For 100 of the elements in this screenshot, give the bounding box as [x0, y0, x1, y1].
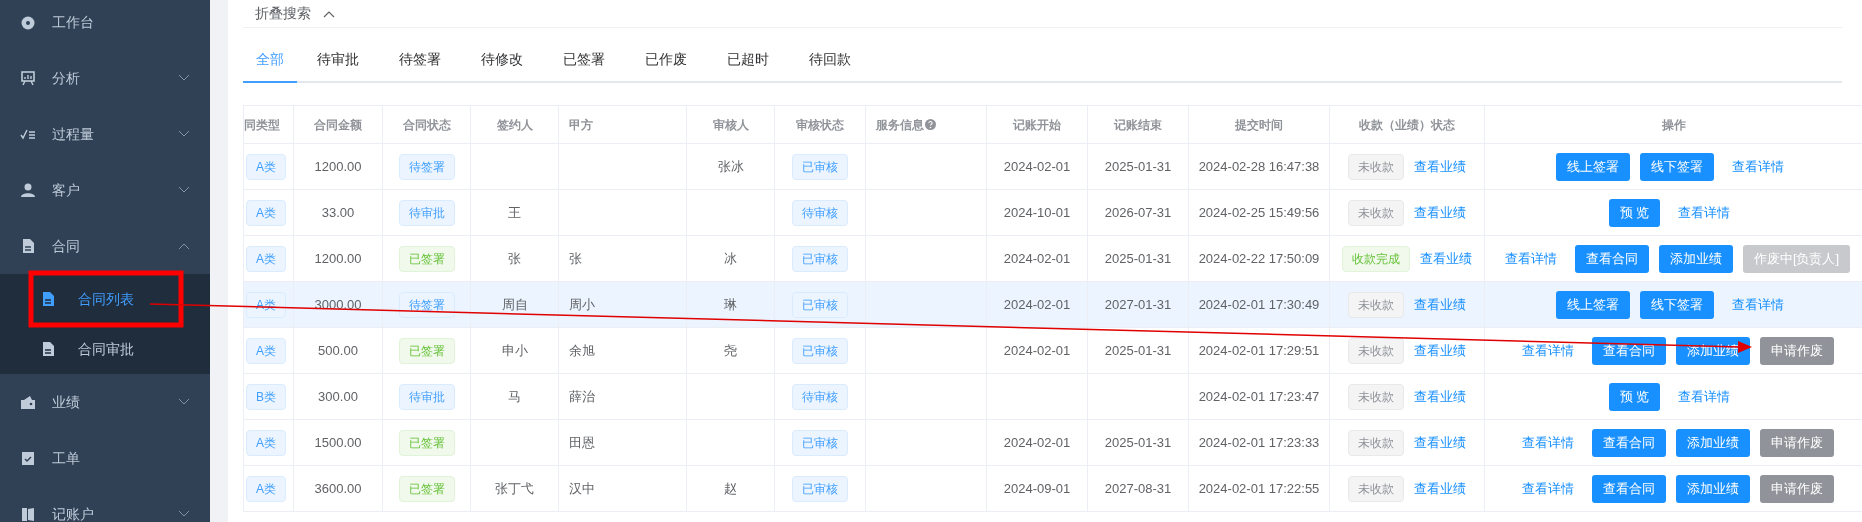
review-status-tag: 已审核	[792, 429, 848, 456]
status-tag: 已签署	[398, 429, 455, 456]
sidebar-item[interactable]: 业绩	[0, 374, 210, 430]
view-details-link[interactable]: 查看详情	[1670, 202, 1739, 223]
action-button[interactable]: 添加业绩	[1675, 428, 1750, 457]
action-button[interactable]: 预 览	[1608, 382, 1661, 411]
sidebar-item[interactable]: 工单	[0, 430, 210, 486]
action-button[interactable]: 申请作废	[1759, 474, 1834, 503]
filter-tab[interactable]: 待签署	[379, 38, 461, 83]
table-cell: 2027-08-31	[1104, 480, 1172, 496]
type-tag: A类	[246, 245, 286, 272]
sidebar-item[interactable]: 客户	[0, 162, 210, 218]
action-button[interactable]: 线下签署	[1639, 152, 1714, 181]
action-button[interactable]: 申请作废	[1759, 428, 1834, 457]
action-button[interactable]: 查看合同	[1574, 244, 1649, 273]
filter-tab[interactable]: 全部	[243, 38, 297, 83]
view-details-link[interactable]: 查看详情	[1496, 248, 1565, 269]
action-button[interactable]: 添加业绩	[1658, 244, 1733, 273]
view-details-link[interactable]: 查看详情	[1513, 432, 1582, 453]
status-tag: 已签署	[398, 337, 455, 364]
action-button[interactable]: 查看合同	[1591, 474, 1666, 503]
sidebar-item[interactable]: 记账户	[0, 486, 210, 522]
table-cell: 2024-02-01 17:23:47	[1198, 388, 1320, 404]
view-details-link[interactable]: 查看详情	[1670, 386, 1739, 407]
column-header: 签约人	[496, 117, 533, 132]
column-header: 提交时间	[1235, 117, 1283, 132]
view-performance-link[interactable]: 查看业绩	[1414, 294, 1466, 315]
view-performance-link[interactable]: 查看业绩	[1414, 478, 1466, 499]
clipboard-check-icon	[20, 450, 36, 466]
column-header: 记账开始	[1013, 117, 1061, 132]
view-performance-link[interactable]: 查看业绩	[1414, 386, 1466, 407]
table-cell: 赵	[724, 480, 737, 496]
table-cell: 冰	[724, 250, 737, 266]
column-header: 合同金额	[314, 117, 362, 132]
view-performance-link[interactable]: 查看业绩	[1420, 248, 1472, 269]
user-icon	[20, 182, 36, 198]
sidebar-item[interactable]: 分析	[0, 50, 210, 106]
action-button[interactable]: 添加业绩	[1675, 474, 1750, 503]
filter-tab[interactable]: 已作废	[625, 38, 707, 83]
help-icon	[925, 118, 936, 130]
filter-tab[interactable]: 已超时	[707, 38, 789, 83]
table-cell: 尧	[724, 342, 737, 358]
table-cell: 2024-02-22 17:50:09	[1198, 250, 1320, 266]
table-cell: 33.00	[321, 204, 355, 220]
view-details-link[interactable]: 查看详情	[1723, 294, 1792, 315]
action-button[interactable]: 线下签署	[1639, 290, 1714, 319]
receipt-status-tag: 未收款	[1348, 337, 1404, 364]
submenu-item[interactable]: 合同列表	[0, 274, 210, 324]
view-details-link[interactable]: 查看详情	[1513, 478, 1582, 499]
receipt-status-tag: 未收款	[1348, 291, 1404, 318]
sidebar-item[interactable]: 过程量	[0, 106, 210, 162]
action-button[interactable]: 查看合同	[1591, 336, 1666, 365]
column-header: 操作	[1661, 117, 1686, 132]
view-performance-link[interactable]: 查看业绩	[1414, 156, 1466, 177]
action-button[interactable]: 线上签署	[1555, 290, 1630, 319]
sidebar-item[interactable]: 合同	[0, 218, 210, 274]
collapse-search-toggle[interactable]: 折叠搜索	[255, 3, 335, 24]
table-cell: 300.00	[318, 388, 358, 404]
document-icon	[40, 341, 56, 357]
submenu-item[interactable]: 合同审批	[0, 324, 210, 374]
table-cell: 2024-09-01	[1003, 480, 1071, 496]
type-tag: B类	[246, 383, 286, 410]
view-performance-link[interactable]: 查看业绩	[1414, 432, 1466, 453]
review-status-tag: 已审核	[792, 153, 848, 180]
table-cell: 王	[508, 204, 521, 220]
type-tag: A类	[246, 153, 286, 180]
filter-tab[interactable]: 待修改	[461, 38, 543, 83]
type-tag: A类	[246, 337, 286, 364]
type-tag: A类	[246, 199, 286, 226]
filter-tab[interactable]: 待审批	[297, 38, 379, 83]
table-cell: 2024-02-01	[1003, 342, 1071, 358]
column-header: 审核人	[712, 117, 749, 132]
view-details-link[interactable]: 查看详情	[1723, 156, 1792, 177]
table-cell: 1200.00	[314, 158, 362, 174]
filter-tab[interactable]: 已签署	[543, 38, 625, 83]
table-cell: 2024-02-25 15:49:56	[1198, 204, 1320, 220]
view-performance-link[interactable]: 查看业绩	[1414, 202, 1466, 223]
column-header: 甲方	[569, 117, 593, 132]
review-status-tag: 待审核	[792, 199, 848, 226]
table-cell: 2027-01-31	[1104, 296, 1172, 312]
action-button[interactable]: 申请作废	[1759, 336, 1834, 365]
column-header: 同类型	[244, 117, 280, 132]
table-cell: 2024-10-01	[1003, 204, 1071, 220]
receipt-status-tag: 未收款	[1348, 383, 1404, 410]
receipt-status-tag: 未收款	[1348, 153, 1404, 180]
document-icon	[20, 238, 36, 254]
table-cell: 田恩	[569, 434, 595, 450]
sidebar-item[interactable]: 工作台	[0, 0, 210, 50]
chevron-icon	[323, 9, 335, 18]
action-button[interactable]: 线上签署	[1555, 152, 1630, 181]
table-cell: 2025-01-31	[1104, 434, 1172, 450]
filter-tab[interactable]: 待回款	[789, 38, 871, 83]
action-button[interactable]: 查看合同	[1591, 428, 1666, 457]
view-details-link[interactable]: 查看详情	[1513, 340, 1582, 361]
table-cell: 3600.00	[314, 480, 362, 496]
action-button[interactable]: 预 览	[1608, 198, 1661, 227]
review-status-tag: 已审核	[792, 291, 848, 318]
table-cell: 2025-01-31	[1104, 250, 1172, 266]
view-performance-link[interactable]: 查看业绩	[1414, 340, 1466, 361]
book-icon	[20, 506, 36, 522]
